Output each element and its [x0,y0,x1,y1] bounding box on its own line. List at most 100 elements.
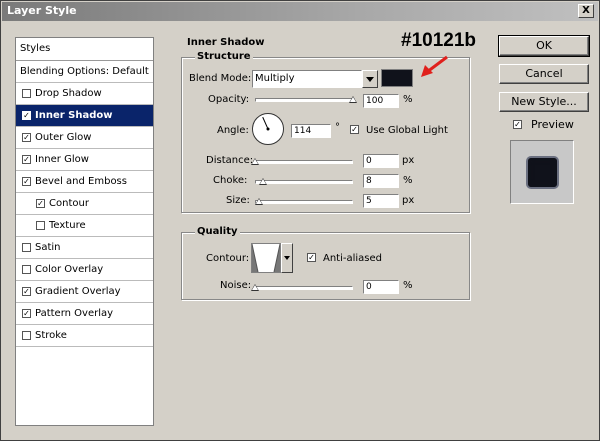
noise-slider[interactable] [255,286,353,290]
style-checkbox[interactable]: ✓ [22,177,31,186]
check-icon: ✓ [23,111,30,120]
style-checkbox[interactable] [22,265,31,274]
size-slider[interactable] [255,200,353,204]
anti-aliased-checkbox[interactable]: ✓ [307,253,316,262]
section-title-inner-shadow: Inner Shadow [187,37,265,48]
styles-item-label: Gradient Overlay [35,286,121,297]
preview-thumbnail [510,140,574,204]
use-global-light-label: Use Global Light [366,125,448,136]
blend-mode-label: Blend Mode: [189,73,252,84]
style-checkbox[interactable]: ✓ [22,133,31,142]
size-slider-thumb[interactable] [254,198,263,205]
styles-item-label: Texture [49,220,86,231]
contour-dropdown-button[interactable] [281,243,293,273]
size-label: Size: [226,195,250,206]
check-icon: ✓ [23,177,30,186]
anti-aliased-label: Anti-aliased [323,253,383,264]
blend-mode-value: Multiply [255,73,295,84]
size-unit: px [402,195,415,206]
close-button[interactable]: X [578,4,594,18]
styles-item[interactable]: Stroke [16,325,153,347]
contour-picker[interactable] [251,243,281,273]
angle-dial-icon [252,113,284,145]
opacity-slider[interactable] [255,98,355,102]
styles-item[interactable]: ✓ Inner Glow [16,149,153,171]
blend-mode-dropdown-button[interactable] [362,70,378,88]
distance-unit: px [402,155,415,166]
styles-header[interactable]: Styles [16,38,153,61]
style-checkbox[interactable] [36,221,45,230]
distance-slider-thumb[interactable] [251,158,259,165]
preview-checkbox[interactable]: ✓ [513,120,522,129]
opacity-input[interactable]: 100 [363,94,399,108]
choke-slider-thumb[interactable] [258,178,267,185]
preview-swatch [528,158,557,187]
choke-input[interactable]: 8 [363,174,399,188]
size-input[interactable]: 5 [363,194,399,208]
check-icon: ✓ [23,133,30,142]
structure-title: Structure [195,51,253,62]
choke-unit: % [403,175,413,186]
style-checkbox[interactable]: ✓ [22,155,31,164]
styles-item-label: Color Overlay [35,264,104,275]
color-hex-annotation: #10121b [401,30,477,51]
preview-label: Preview [531,118,574,131]
styles-item[interactable]: Drop Shadow [16,83,153,105]
styles-item[interactable]: ✓ Outer Glow [16,127,153,149]
styles-item-label: Satin [35,242,61,253]
styles-item-label: Pattern Overlay [35,308,114,319]
noise-slider-thumb[interactable] [251,284,259,291]
distance-label: Distance: [206,155,254,166]
styles-item[interactable]: Blending Options: Default [16,61,153,83]
check-icon: ✓ [308,253,315,262]
blend-mode-select[interactable]: Multiply [252,70,362,88]
distance-input[interactable]: 0 [363,154,399,168]
noise-unit: % [403,280,413,291]
cancel-button[interactable]: Cancel [499,64,589,84]
contour-curve-icon [251,243,281,273]
styles-item[interactable]: ✓ Inner Shadow [16,105,153,127]
noise-input[interactable]: 0 [363,280,399,294]
quality-title: Quality [195,226,240,237]
shadow-color-swatch[interactable] [381,69,413,87]
style-checkbox[interactable] [22,331,31,340]
opacity-label: Opacity: [208,94,250,105]
angle-label: Angle: [217,125,249,136]
opacity-slider-thumb[interactable] [349,96,357,103]
check-icon: ✓ [23,287,30,296]
angle-input[interactable]: 114 [291,124,331,138]
style-checkbox[interactable]: ✓ [22,287,31,296]
opacity-unit: % [403,94,413,105]
check-icon: ✓ [23,155,30,164]
styles-item[interactable]: Satin [16,237,153,259]
styles-item-label: Blending Options: Default [20,66,149,77]
angle-unit: ° [335,122,340,133]
style-checkbox[interactable] [22,89,31,98]
use-global-light-checkbox[interactable]: ✓ [350,125,359,134]
styles-list: Styles Blending Options: Default Drop Sha… [15,37,154,426]
choke-slider[interactable] [255,180,353,184]
angle-dial[interactable] [251,112,285,146]
distance-slider[interactable] [255,160,353,164]
styles-item[interactable]: ✓ Contour [16,193,153,215]
contour-label: Contour: [206,253,250,264]
styles-item[interactable]: ✓ Pattern Overlay [16,303,153,325]
styles-item[interactable]: ✓ Gradient Overlay [16,281,153,303]
chevron-down-icon [366,77,374,82]
title-bar[interactable]: Layer Style X [2,2,598,21]
style-checkbox[interactable]: ✓ [36,199,45,208]
style-checkbox[interactable]: ✓ [22,309,31,318]
check-icon: ✓ [514,120,521,129]
styles-item-label: Inner Glow [35,154,89,165]
style-checkbox[interactable]: ✓ [22,111,31,120]
styles-item[interactable]: Color Overlay [16,259,153,281]
check-icon: ✓ [37,199,44,208]
ok-button[interactable]: OK [498,35,590,57]
styles-item[interactable]: Texture [16,215,153,237]
noise-label: Noise: [220,280,252,291]
red-arrow-icon [421,55,448,77]
styles-item[interactable]: ✓ Bevel and Emboss [16,171,153,193]
styles-item-label: Stroke [35,330,67,341]
new-style-button[interactable]: New Style... [499,92,589,112]
style-checkbox[interactable] [22,243,31,252]
